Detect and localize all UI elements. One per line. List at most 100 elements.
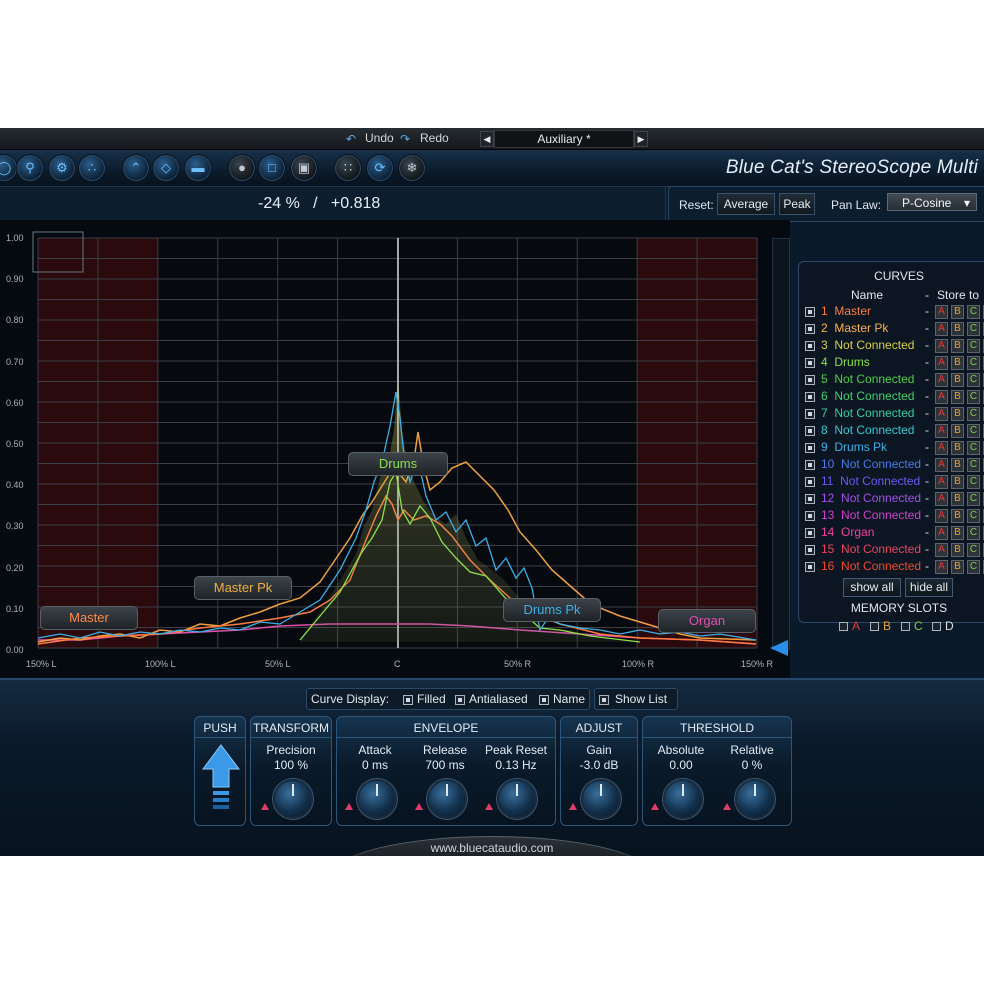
store-slot-a-button[interactable]: A xyxy=(935,458,948,472)
record-icon[interactable]: ● xyxy=(228,154,256,182)
curve-name[interactable]: 13 Not Connected xyxy=(821,508,921,522)
curve-name[interactable]: 5 Not Connected xyxy=(821,372,914,386)
store-slot-c-button[interactable]: C xyxy=(967,543,980,557)
curve-name[interactable]: 16 Not Connected xyxy=(821,559,921,573)
curve-visible-checkbox[interactable] xyxy=(805,358,815,368)
curve-name[interactable]: 10 Not Connected xyxy=(821,457,921,471)
redo-icon[interactable]: ↷ xyxy=(400,132,410,146)
organ-tag[interactable]: Organ xyxy=(658,609,756,633)
store-slot-c-button[interactable]: C xyxy=(967,509,980,523)
release-knob[interactable] xyxy=(427,779,467,819)
curve-visible-checkbox[interactable] xyxy=(805,477,815,487)
memory-slot-checkbox[interactable] xyxy=(932,622,941,632)
curve-name[interactable]: 7 Not Connected xyxy=(821,406,914,420)
store-slot-b-button[interactable]: B xyxy=(951,407,964,421)
curve-visible-checkbox[interactable] xyxy=(805,392,815,402)
curve-visible-checkbox[interactable] xyxy=(805,562,815,572)
curve-name[interactable]: 8 Not Connected xyxy=(821,423,914,437)
store-slot-a-button[interactable]: A xyxy=(935,356,948,370)
rectangle-icon[interactable]: ▬ xyxy=(184,154,212,182)
store-slot-c-button[interactable]: C xyxy=(967,475,980,489)
store-slot-c-button[interactable]: C xyxy=(967,560,980,574)
store-slot-c-button[interactable]: C xyxy=(967,458,980,472)
store-slot-c-button[interactable]: C xyxy=(967,305,980,319)
undo-icon[interactable]: ↶ xyxy=(346,132,356,146)
curve-visible-checkbox[interactable] xyxy=(805,494,815,504)
curve-up-icon[interactable]: ⌃ xyxy=(122,154,150,182)
relative-pin-icon[interactable] xyxy=(723,803,731,810)
curve-visible-checkbox[interactable] xyxy=(805,426,815,436)
store-slot-a-button[interactable]: A xyxy=(935,509,948,523)
show-list-checkbox[interactable] xyxy=(599,695,609,705)
curve-visible-checkbox[interactable] xyxy=(805,511,815,521)
show-all-button[interactable]: show all xyxy=(843,578,901,597)
attack-knob[interactable] xyxy=(357,779,397,819)
store-slot-c-button[interactable]: C xyxy=(967,492,980,506)
absolute-pin-icon[interactable] xyxy=(651,803,659,810)
store-slot-a-button[interactable]: A xyxy=(935,305,948,319)
gain-knob[interactable] xyxy=(581,779,621,819)
snowflake-icon[interactable]: ❄ xyxy=(398,154,426,182)
drums-tag[interactable]: Drums xyxy=(348,452,448,476)
diamond-icon[interactable]: ◇ xyxy=(152,154,180,182)
store-slot-b-button[interactable]: B xyxy=(951,424,964,438)
memory-slot-c[interactable]: C xyxy=(901,619,923,633)
relative-knob[interactable] xyxy=(735,779,775,819)
preset-name[interactable]: Auxiliary * xyxy=(494,130,634,148)
memory-slot-checkbox[interactable] xyxy=(839,622,848,632)
curve-name[interactable]: 2 Master Pk xyxy=(821,321,888,335)
filled-checkbox[interactable] xyxy=(403,695,413,705)
store-slot-a-button[interactable]: A xyxy=(935,526,948,540)
store-slot-b-button[interactable]: B xyxy=(951,526,964,540)
absolute-knob[interactable] xyxy=(663,779,703,819)
store-slot-b-button[interactable]: B xyxy=(951,543,964,557)
release-pin-icon[interactable] xyxy=(415,803,423,810)
store-slot-c-button[interactable]: C xyxy=(967,356,980,370)
precision-knob[interactable] xyxy=(273,779,313,819)
curve-name[interactable]: 15 Not Connected xyxy=(821,542,921,556)
preset-next-button[interactable]: ▶ xyxy=(634,131,648,147)
curve-name[interactable]: 3 Not Connected xyxy=(821,338,914,352)
curve-name[interactable]: 9 Drums Pk xyxy=(821,440,887,454)
store-slot-a-button[interactable]: A xyxy=(935,543,948,557)
redo-button[interactable]: Redo xyxy=(420,131,449,145)
store-slot-a-button[interactable]: A xyxy=(935,322,948,336)
store-slot-b-button[interactable]: B xyxy=(951,305,964,319)
curve-visible-checkbox[interactable] xyxy=(805,324,815,334)
name-checkbox[interactable] xyxy=(539,695,549,705)
store-slot-c-button[interactable]: C xyxy=(967,322,980,336)
memory-slot-a[interactable]: A xyxy=(839,619,860,633)
website-link[interactable]: www.bluecataudio.com xyxy=(330,841,654,855)
store-slot-c-button[interactable]: C xyxy=(967,407,980,421)
curve-name[interactable]: 6 Not Connected xyxy=(821,389,914,403)
curve-visible-checkbox[interactable] xyxy=(805,443,815,453)
store-slot-a-button[interactable]: A xyxy=(935,424,948,438)
store-slot-b-button[interactable]: B xyxy=(951,322,964,336)
square-icon[interactable]: □ xyxy=(258,154,286,182)
peak-reset-pin-icon[interactable] xyxy=(485,803,493,810)
store-slot-b-button[interactable]: B xyxy=(951,339,964,353)
curve-name[interactable]: 11 Not Connected xyxy=(821,474,920,488)
precision-pin-icon[interactable] xyxy=(261,803,269,810)
settings-icon[interactable]: ⚙ xyxy=(48,154,76,182)
store-slot-a-button[interactable]: A xyxy=(935,373,948,387)
curve-visible-checkbox[interactable] xyxy=(805,375,815,385)
memory-slot-d[interactable]: D xyxy=(932,619,954,633)
store-slot-b-button[interactable]: B xyxy=(951,475,964,489)
store-slot-a-button[interactable]: A xyxy=(935,441,948,455)
peak-reset-knob[interactable] xyxy=(497,779,537,819)
master-tag[interactable]: Master xyxy=(40,606,138,630)
curve-visible-checkbox[interactable] xyxy=(805,341,815,351)
curve-visible-checkbox[interactable] xyxy=(805,528,815,538)
store-slot-c-button[interactable]: C xyxy=(967,441,980,455)
scope-display[interactable]: 1.00 0.90 0.80 0.70 0.60 0.50 0.40 0.30 0.20 0.10… xyxy=(0,220,790,678)
antialiased-checkbox[interactable] xyxy=(455,695,465,705)
curve-name[interactable]: 14 Organ xyxy=(821,525,874,539)
store-slot-a-button[interactable]: A xyxy=(935,407,948,421)
store-slot-b-button[interactable]: B xyxy=(951,373,964,387)
hide-all-button[interactable]: hide all xyxy=(905,578,953,597)
store-slot-a-button[interactable]: A xyxy=(935,560,948,574)
store-slot-b-button[interactable]: B xyxy=(951,458,964,472)
store-slot-c-button[interactable]: C xyxy=(967,373,980,387)
store-slot-a-button[interactable]: A xyxy=(935,492,948,506)
